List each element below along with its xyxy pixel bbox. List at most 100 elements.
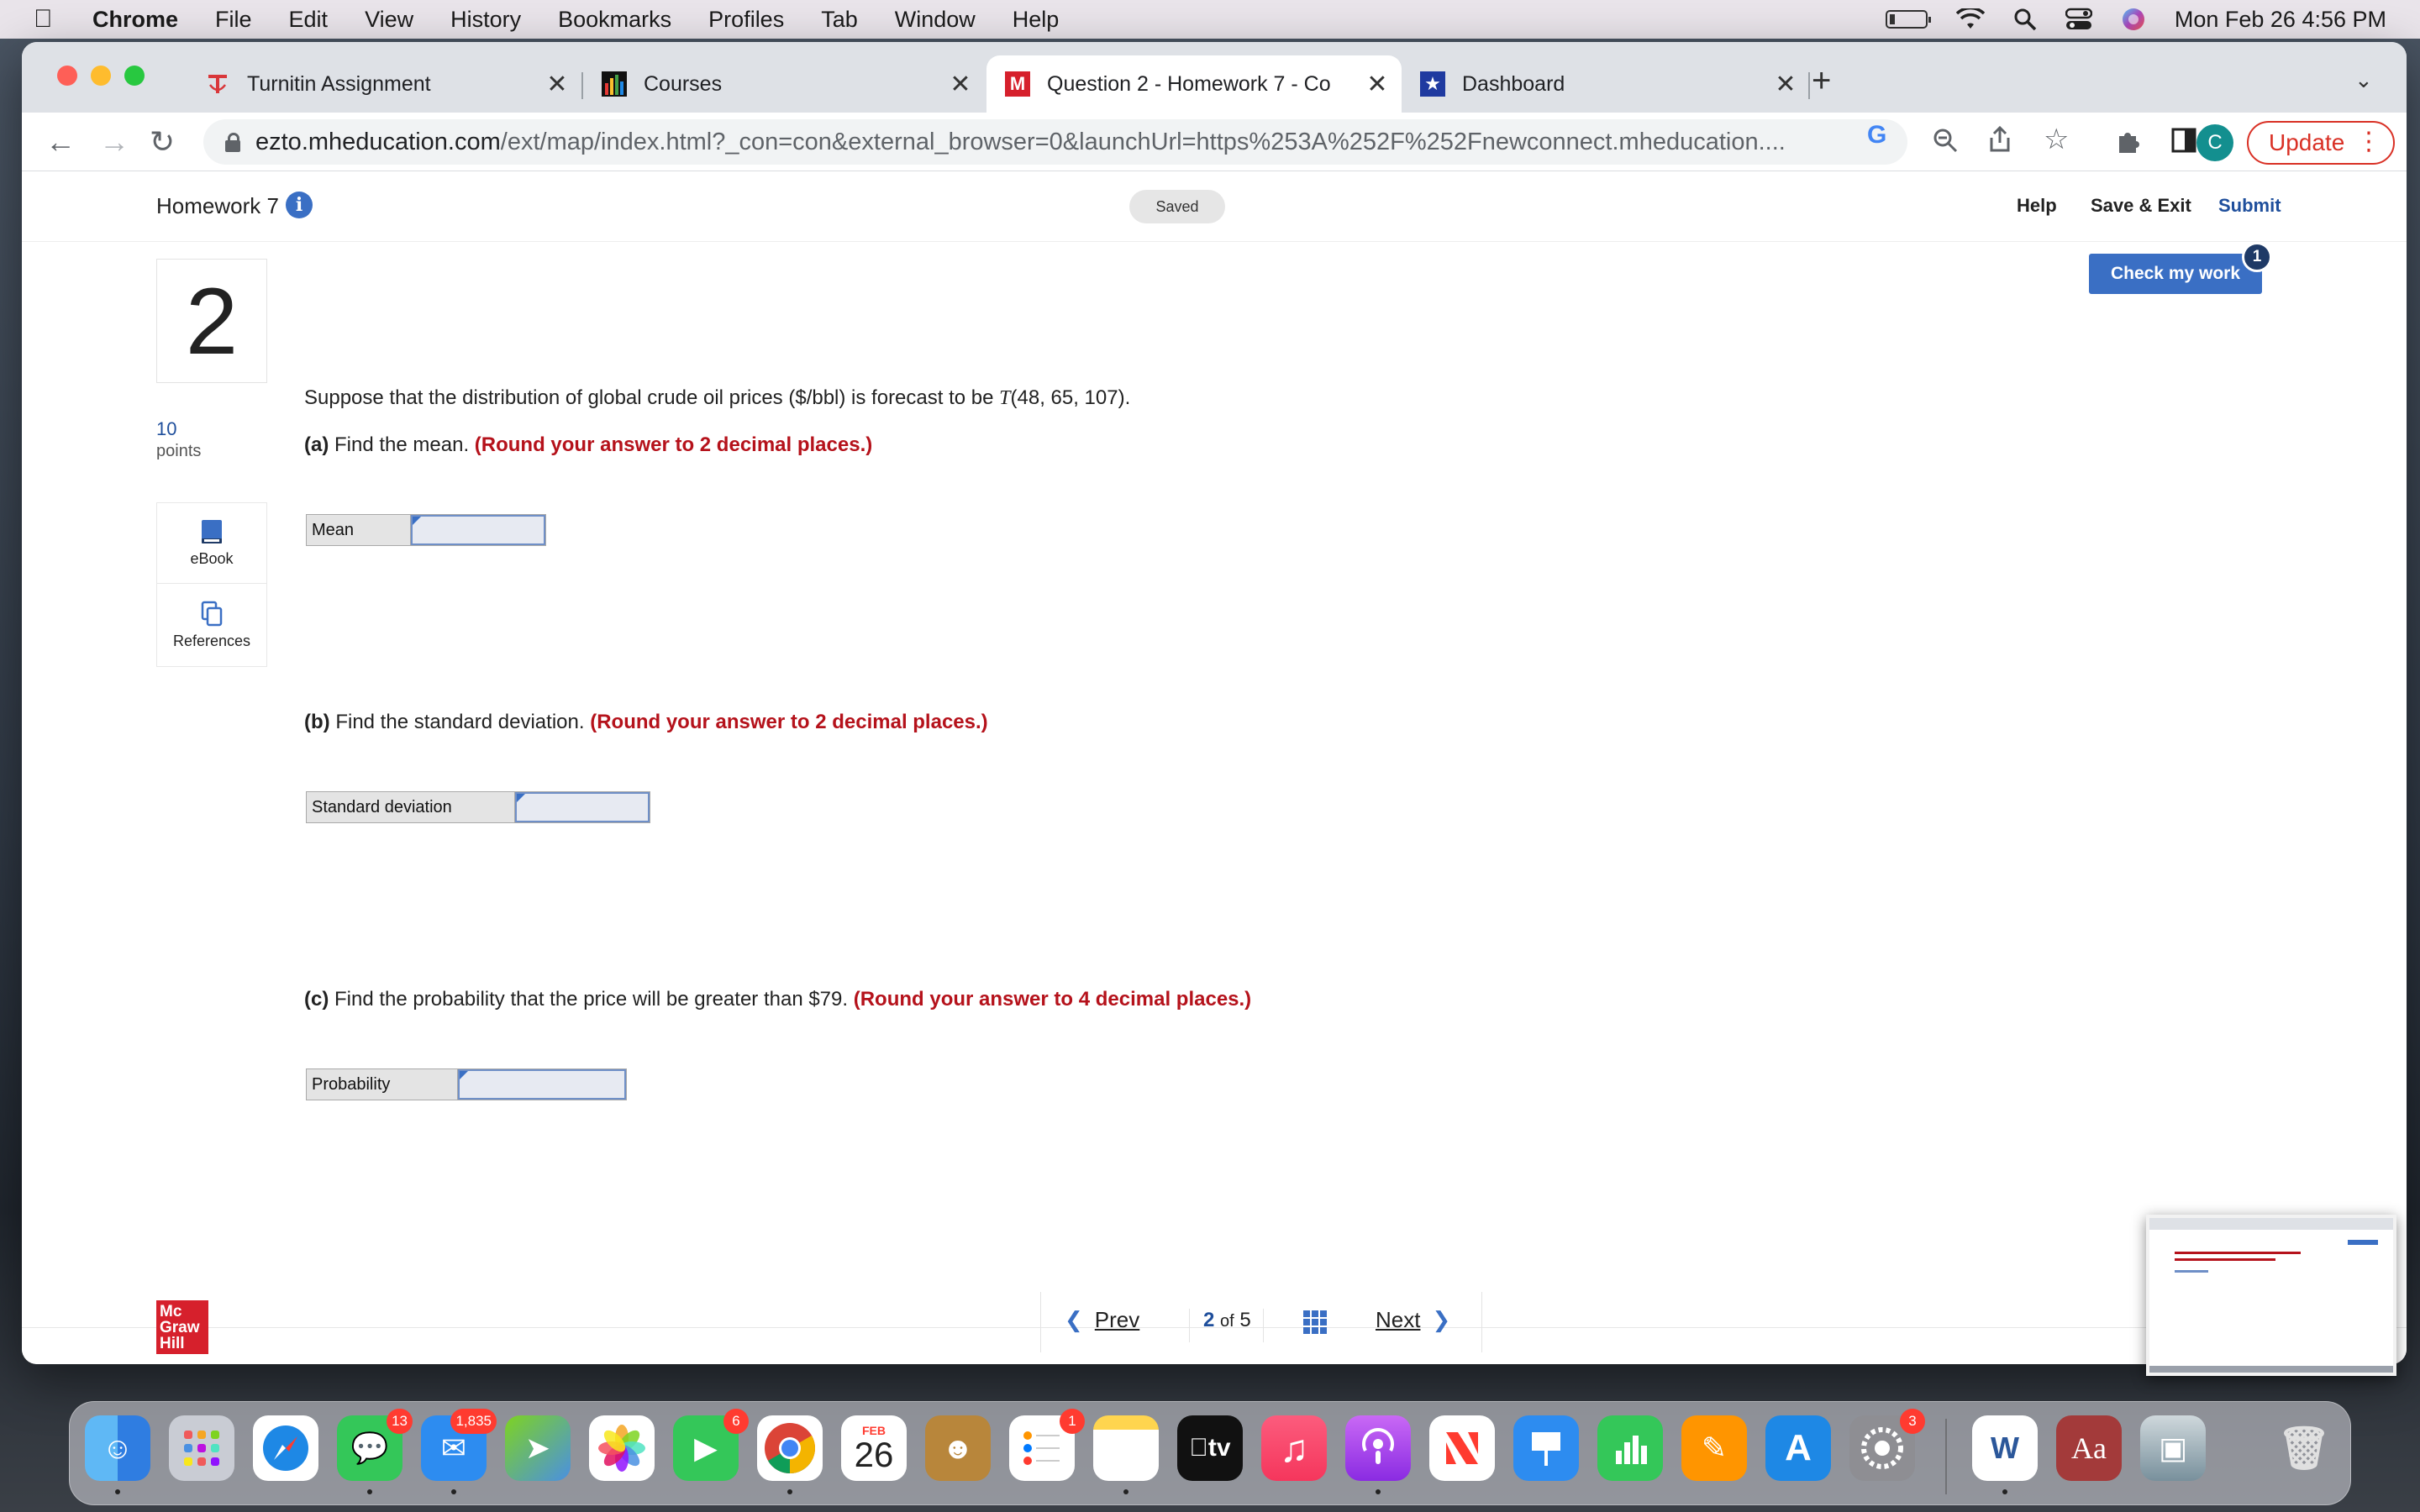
minimize-window-button[interactable] xyxy=(91,66,111,86)
tab-dashboard[interactable]: ★ Dashboard ✕ xyxy=(1402,55,1810,113)
menu-bar-status-area: Mon Feb 26 4:56 PM xyxy=(1885,0,2386,39)
keynote-icon[interactable] xyxy=(1513,1415,1579,1481)
probability-input[interactable] xyxy=(460,1071,624,1098)
news-icon[interactable] xyxy=(1429,1415,1495,1481)
chrome-dock-icon[interactable] xyxy=(757,1415,823,1481)
browser-toolbar: ← → ↻ ezto.mheducation.com /ext/map/inde… xyxy=(22,113,2407,171)
question-stem: Suppose that the distribution of global … xyxy=(304,386,1130,410)
prev-button[interactable]: ❮ Prev xyxy=(1065,1307,1139,1333)
contacts-icon[interactable]: ☻ xyxy=(925,1415,991,1481)
word-icon[interactable]: W xyxy=(1972,1415,2038,1481)
close-tab-icon[interactable]: ✕ xyxy=(1773,70,1798,99)
apple-menu-icon[interactable]:  xyxy=(34,7,55,32)
profile-avatar[interactable]: C xyxy=(2196,124,2233,161)
update-label: Update xyxy=(2269,129,2345,155)
tab-question-active[interactable]: M Question 2 - Homework 7 - Co ✕ xyxy=(986,55,1402,113)
menu-help[interactable]: Help xyxy=(1013,7,1060,33)
finder-icon[interactable]: ☺ xyxy=(85,1415,150,1481)
maps-icon[interactable]: ➤ xyxy=(505,1415,571,1481)
next-button[interactable]: Next ❯ xyxy=(1376,1307,1450,1333)
check-my-work-button[interactable]: Check my work xyxy=(2089,254,2262,294)
extensions-puzzle-icon[interactable] xyxy=(2114,128,2141,155)
menu-edit[interactable]: Edit xyxy=(289,7,329,33)
chrome-window: Turnitin Assignment ✕ Courses ✕ M Questi… xyxy=(22,42,2407,1364)
messages-icon[interactable]: 💬 13 xyxy=(337,1409,413,1481)
facetime-icon[interactable]: ▶ 6 xyxy=(673,1409,749,1481)
battery-icon[interactable] xyxy=(1885,10,1931,29)
zoom-out-icon[interactable] xyxy=(1933,128,1958,153)
facetime-badge: 6 xyxy=(723,1409,749,1434)
new-tab-plus-icon[interactable]: + xyxy=(1812,62,1831,100)
info-icon[interactable]: i xyxy=(286,192,313,218)
preview-icon[interactable]: ▣ xyxy=(2140,1415,2206,1481)
system-settings-icon[interactable]: 3 xyxy=(1849,1409,1925,1481)
assignment-title: Homework 7 xyxy=(156,193,279,218)
mail-icon[interactable]: ✉ 1,835 xyxy=(421,1409,497,1481)
close-tab-icon[interactable]: ✕ xyxy=(544,70,570,99)
calendar-icon[interactable]: FEB 26 xyxy=(841,1415,907,1481)
std-dev-input[interactable] xyxy=(517,794,648,821)
control-center-icon[interactable] xyxy=(2065,8,2092,31)
close-window-button[interactable] xyxy=(57,66,77,86)
app-store-icon[interactable]: A xyxy=(1765,1415,1831,1481)
submit-link[interactable]: Submit xyxy=(2218,195,2281,217)
photos-icon[interactable] xyxy=(589,1415,655,1481)
numbers-icon[interactable] xyxy=(1597,1415,1663,1481)
menu-bookmarks[interactable]: Bookmarks xyxy=(558,7,671,33)
zoom-window-button[interactable] xyxy=(124,66,145,86)
side-panel-icon[interactable] xyxy=(2171,128,2196,153)
chevron-left-icon: ❮ xyxy=(1065,1307,1083,1332)
menu-view[interactable]: View xyxy=(365,7,413,33)
ebook-button[interactable]: eBook xyxy=(157,503,266,584)
distribution-symbol: T xyxy=(999,387,1011,409)
google-lens-icon[interactable]: G xyxy=(1867,121,1886,150)
menu-history[interactable]: History xyxy=(450,7,521,33)
tab-courses[interactable]: Courses ✕ xyxy=(583,55,985,113)
tab-turnitin[interactable]: Turnitin Assignment ✕ xyxy=(187,55,581,113)
menu-bar-clock[interactable]: Mon Feb 26 4:56 PM xyxy=(2175,7,2386,33)
pages-icon[interactable]: ✎ xyxy=(1681,1415,1747,1481)
points-label: points xyxy=(156,442,202,460)
close-tab-icon[interactable]: ✕ xyxy=(948,70,973,99)
menu-profiles[interactable]: Profiles xyxy=(708,7,784,33)
mean-input[interactable] xyxy=(413,517,544,543)
save-exit-link[interactable]: Save & Exit xyxy=(2091,195,2191,217)
notes-icon[interactable] xyxy=(1093,1415,1159,1481)
music-icon[interactable]: ♫ xyxy=(1261,1415,1327,1481)
menu-file[interactable]: File xyxy=(215,7,252,33)
trash-icon[interactable]: 🗑 xyxy=(2271,1415,2337,1481)
menu-tab[interactable]: Tab xyxy=(821,7,858,33)
apple-tv-icon[interactable]: tv xyxy=(1177,1415,1243,1481)
question-grid-icon[interactable] xyxy=(1303,1310,1327,1334)
address-bar[interactable]: ezto.mheducation.com /ext/map/index.html… xyxy=(203,119,1907,165)
ebook-label: eBook xyxy=(190,550,234,567)
logo-line: Hill xyxy=(160,1335,185,1352)
share-icon[interactable] xyxy=(1988,126,2012,153)
spotlight-search-icon[interactable] xyxy=(2013,8,2037,31)
references-button[interactable]: References xyxy=(157,585,266,666)
safari-icon[interactable] xyxy=(253,1415,318,1481)
thumbnail-toolbar xyxy=(2149,1218,2393,1230)
lock-icon[interactable] xyxy=(225,133,240,152)
wifi-icon[interactable] xyxy=(1955,8,1985,30)
screenshot-thumbnail-preview[interactable] xyxy=(2146,1215,2396,1376)
update-chrome-button[interactable]: Update ⋮ xyxy=(2247,121,2395,165)
podcasts-icon[interactable] xyxy=(1345,1415,1411,1481)
dictionary-icon[interactable]: Aa xyxy=(2056,1415,2122,1481)
menu-window[interactable]: Window xyxy=(895,7,976,33)
reload-icon[interactable]: ↻ xyxy=(150,124,175,160)
help-link[interactable]: Help xyxy=(2017,195,2057,217)
tab-search-chevron-icon[interactable]: ⌄ xyxy=(2354,67,2373,93)
back-arrow-icon[interactable]: ← xyxy=(45,124,76,160)
launchpad-icon[interactable] xyxy=(169,1415,234,1481)
close-tab-icon[interactable]: ✕ xyxy=(1365,70,1390,99)
stem-text: Suppose that the distribution of global … xyxy=(304,386,994,409)
bookmark-star-icon[interactable]: ☆ xyxy=(2044,123,2069,156)
chrome-menu-icon[interactable]: ⋮ xyxy=(2356,129,2381,155)
menu-app-name[interactable]: Chrome xyxy=(92,7,178,33)
thumbnail-line xyxy=(2348,1240,2378,1245)
siri-icon[interactable] xyxy=(2121,7,2146,32)
forward-arrow-icon[interactable]: → xyxy=(99,124,129,160)
reminders-icon[interactable]: 1 xyxy=(1009,1409,1085,1481)
reminders-badge: 1 xyxy=(1060,1409,1085,1434)
